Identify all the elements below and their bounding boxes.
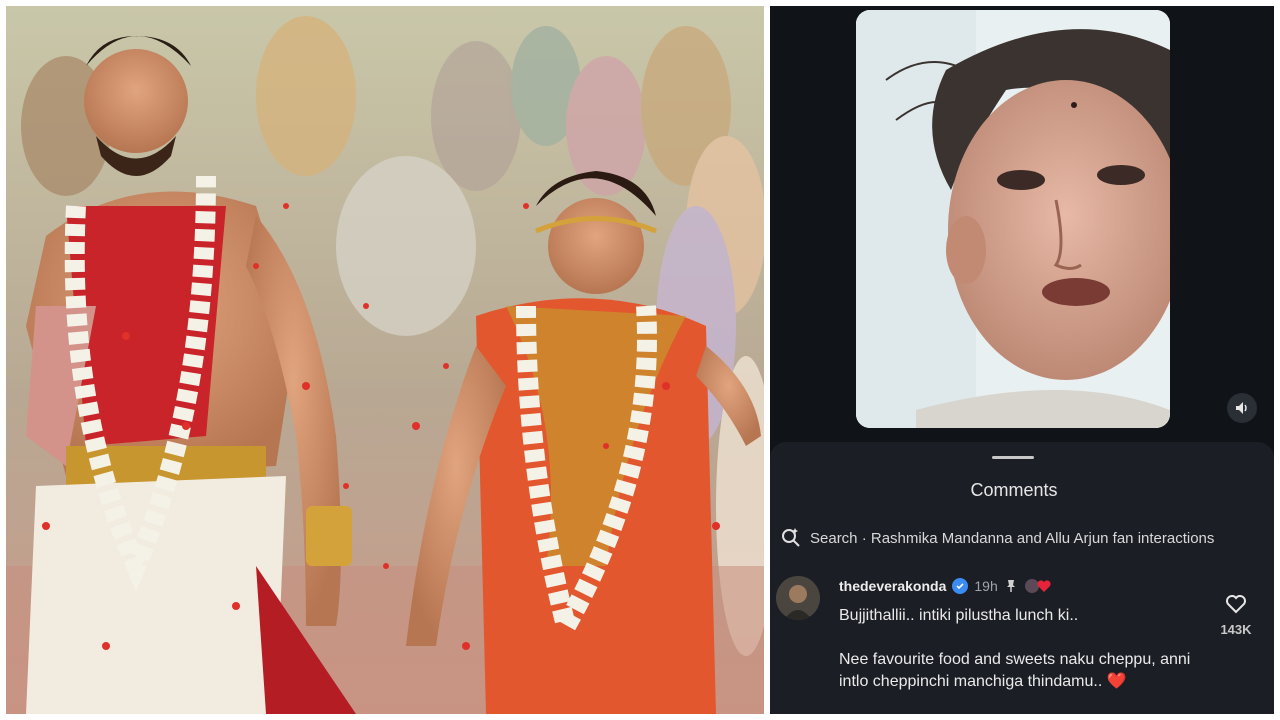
comment-username[interactable]: thedeverakonda [839,578,946,594]
comments-title: Comments [970,480,1058,500]
comment-text-body: Nee favourite food and sweets naku chepp… [839,651,1191,690]
comment-text-line2: Nee favourite food and sweets naku chepp… [839,649,1199,693]
comment-item: thedeverakonda 19h Bujjithallii.. intiki… [776,570,1266,710]
search-icon [782,528,800,547]
instagram-reel-panel: Comments Search · Rashmika Mandanna and … [770,6,1274,714]
comments-sheet: Comments Search · Rashmika Mandanna and … [770,442,1274,714]
comment-text-line1: Bujjithallii.. intiki pilustha lunch ki.… [839,607,1079,624]
child-video-frame [856,10,1170,428]
like-control[interactable]: 143K [1214,594,1258,637]
pin-icon [1006,580,1015,592]
video-player[interactable] [856,10,1170,428]
comment-search-suggestion[interactable]: Search · Rashmika Mandanna and Allu Arju… [780,526,1270,550]
avatar[interactable] [776,576,820,620]
liked-by-author-icon [1024,579,1051,593]
avatar-image [776,576,820,620]
comment-time: 19h [974,578,998,594]
search-suggestion-label: Search · Rashmika Mandanna and Allu Arju… [810,529,1215,547]
comment-meta: thedeverakonda 19h [839,578,1054,594]
speaker-icon [1236,402,1247,414]
sheet-drag-handle[interactable] [992,456,1034,459]
wedding-photo [6,6,764,714]
heart-emoji: ❤️ [1106,673,1127,690]
heart-icon[interactable] [1225,594,1247,614]
mute-button[interactable] [1227,393,1257,423]
like-count: 143K [1220,622,1252,637]
verified-badge-icon [952,578,969,594]
